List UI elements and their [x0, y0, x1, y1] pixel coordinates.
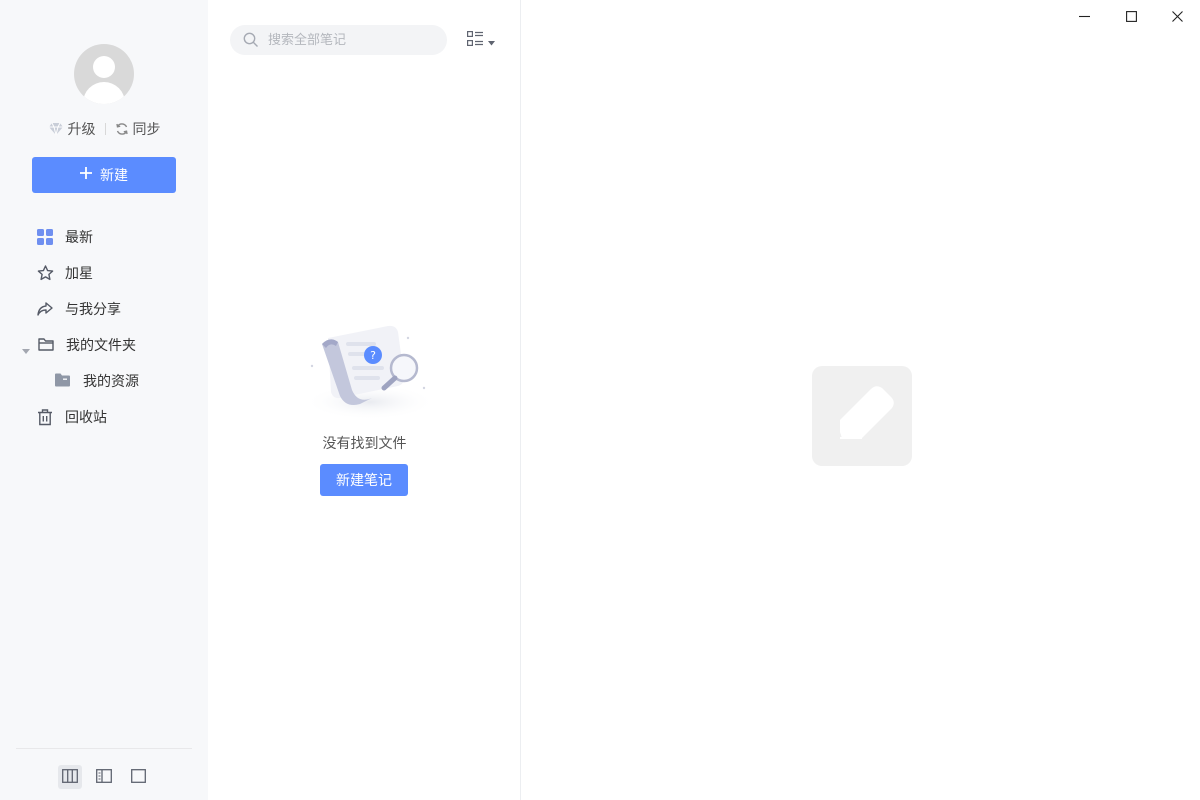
- view-mode-dropdown[interactable]: [467, 30, 497, 50]
- note-list-panel: ? 没有找到文件 新建笔记: [208, 0, 521, 800]
- caret-down-icon[interactable]: [22, 343, 30, 359]
- sidebar-item-my-resources[interactable]: 我的资源: [0, 364, 208, 400]
- close-icon: [1171, 7, 1183, 26]
- maximize-button[interactable]: [1108, 0, 1154, 32]
- sidebar-item-my-folders[interactable]: 我的文件夹: [0, 328, 208, 364]
- sidebar-item-label: 我的资源: [83, 374, 139, 390]
- avatar[interactable]: [74, 44, 134, 104]
- empty-state-text: 没有找到文件: [322, 436, 407, 452]
- account-actions: 升级 同步: [0, 118, 208, 140]
- new-button[interactable]: 新建: [32, 157, 176, 193]
- divider: [104, 123, 106, 135]
- two-column-layout-button[interactable]: [92, 765, 116, 789]
- plus-icon: [80, 167, 92, 183]
- folder-open-icon: [38, 337, 56, 355]
- upgrade-label: 升级: [67, 122, 96, 138]
- list-view-icon: [467, 30, 484, 50]
- editor-area: [521, 0, 1200, 800]
- grid-icon: [37, 229, 55, 247]
- sidebar-nav: 最新 加星 与我分享 我的文件夹 我的资源 回收站: [0, 220, 208, 436]
- search-icon: [243, 32, 259, 52]
- minimize-icon: [1078, 7, 1090, 26]
- search-box[interactable]: [230, 25, 447, 55]
- sync-button[interactable]: 同步: [115, 119, 161, 139]
- caret-down-icon: [488, 31, 495, 50]
- sidebar-footer-divider: [16, 748, 192, 749]
- minimize-button[interactable]: [1061, 0, 1107, 32]
- sidebar-item-label: 与我分享: [65, 302, 121, 318]
- search-input[interactable]: [268, 30, 438, 50]
- sidebar-item-trash[interactable]: 回收站: [0, 400, 208, 436]
- sync-icon: [115, 122, 129, 136]
- two-column-icon: [96, 768, 112, 787]
- layout-switcher: [0, 764, 208, 790]
- sidebar-item-recent[interactable]: 最新: [0, 220, 208, 256]
- pencil-icon: [840, 386, 894, 439]
- editor-placeholder-logo: [812, 366, 912, 466]
- sidebar-item-label: 加星: [65, 266, 93, 282]
- new-button-label: 新建: [100, 168, 128, 184]
- sidebar-item-label: 我的文件夹: [66, 338, 136, 354]
- empty-state-illustration: ?: [300, 318, 440, 428]
- app-window: 升级 同步 新建 最新 加星 与我分享 我的文件夹 我的资源 回收站 搜索全部笔…: [0, 0, 1200, 800]
- three-column-icon: [62, 768, 78, 787]
- sidebar-item-label: 回收站: [65, 410, 107, 426]
- sidebar-item-starred[interactable]: 加星: [0, 256, 208, 292]
- maximize-icon: [1125, 7, 1137, 26]
- sync-label: 同步: [132, 122, 161, 138]
- folder-icon: [55, 373, 73, 391]
- sidebar-item-shared[interactable]: 与我分享: [0, 292, 208, 328]
- create-note-button[interactable]: 新建笔记: [320, 464, 408, 496]
- diamond-icon: [48, 122, 64, 136]
- share-icon: [37, 301, 55, 319]
- upgrade-button[interactable]: 升级: [48, 119, 96, 139]
- close-button[interactable]: [1154, 0, 1200, 32]
- star-icon: [37, 265, 55, 283]
- trash-icon: [37, 409, 55, 427]
- single-column-layout-button[interactable]: [126, 765, 150, 789]
- sidebar: 升级 同步 新建 最新 加星 与我分享 我的文件夹 我的资源 回收站: [0, 0, 208, 800]
- three-column-layout-button[interactable]: [58, 765, 82, 789]
- single-column-icon: [130, 768, 146, 787]
- sidebar-item-label: 最新: [65, 230, 93, 246]
- svg-text:?: ?: [370, 349, 376, 362]
